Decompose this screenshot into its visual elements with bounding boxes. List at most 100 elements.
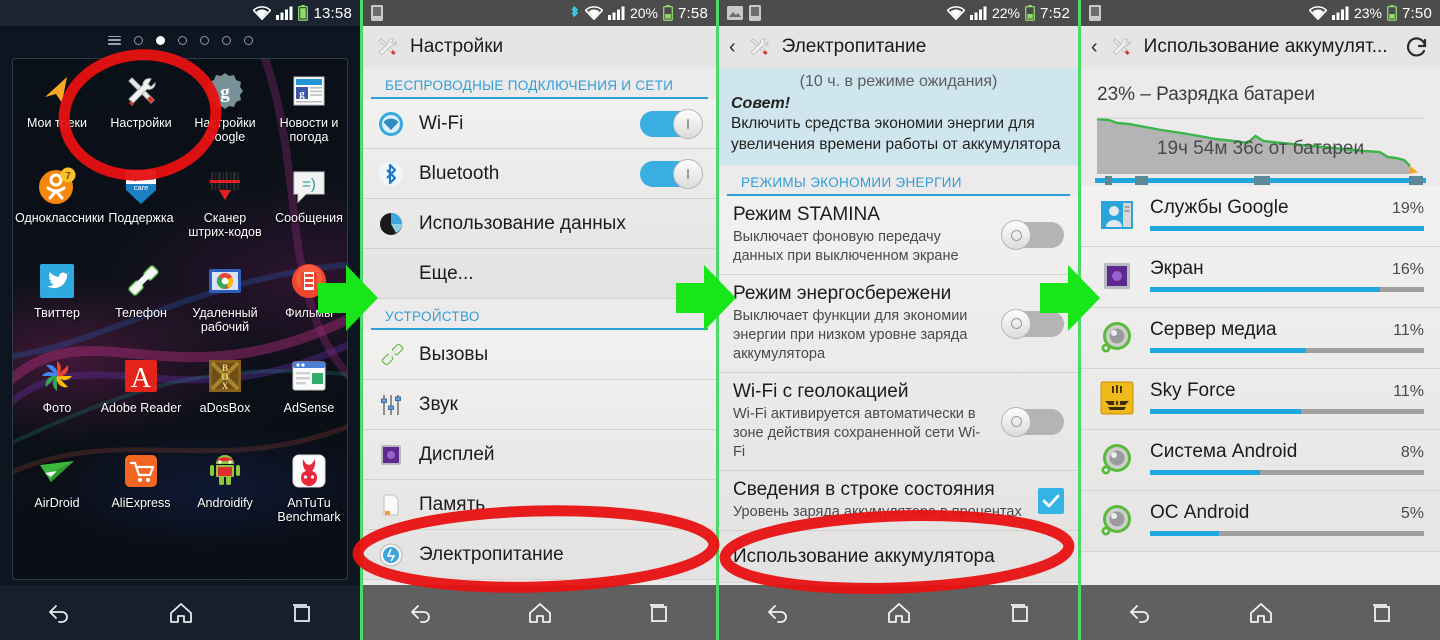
app-item-androidify[interactable]: Androidify xyxy=(183,449,267,544)
back-icon[interactable] xyxy=(409,602,435,624)
stamina-toggle[interactable] xyxy=(1001,220,1064,250)
app-item-google-settings[interactable]: g Настройки Google xyxy=(183,69,267,164)
apps-menu-icon[interactable] xyxy=(107,35,121,45)
wifi-location-toggle[interactable] xyxy=(1001,406,1064,437)
phone-panel-power: 22% 7:52 ‹ Электропитание (10 ч. в режим… xyxy=(716,0,1078,640)
battery-item-screen[interactable]: Экран 16% xyxy=(1081,247,1440,308)
recents-icon[interactable] xyxy=(289,602,313,624)
app-item-twitter[interactable]: Твиттер xyxy=(15,259,99,354)
aliexpress-icon xyxy=(119,449,163,493)
battery-item-google-services[interactable]: Службы Google 19% xyxy=(1081,186,1440,247)
battery-item-pct: 11% xyxy=(1393,383,1424,400)
back-chevron-icon[interactable]: ‹ xyxy=(729,37,736,57)
settings-row-storage[interactable]: Память xyxy=(363,480,716,530)
app-item-barcode-scanner[interactable]: Сканер штрих-кодов xyxy=(183,164,267,259)
battery-item-media-server[interactable]: Сервер медиа 11% xyxy=(1081,308,1440,369)
sound-icon xyxy=(377,392,405,418)
section-header-wireless: БЕСПРОВОДНЫЕ ПОДКЛЮЧЕНИЯ И СЕТИ xyxy=(371,68,708,99)
remote-desktop-icon xyxy=(203,259,247,303)
page-title: Настройки xyxy=(410,36,504,57)
page-indicator[interactable] xyxy=(0,26,360,54)
app-label: Adobe Reader xyxy=(100,401,182,415)
app-item-settings[interactable]: Настройки xyxy=(99,69,183,164)
section-header-device: УСТРОЙСТВО xyxy=(371,299,708,330)
settings-tools-icon xyxy=(1107,34,1135,60)
settings-row-bluetooth[interactable]: Bluetooth xyxy=(363,149,716,199)
recents-icon[interactable] xyxy=(1007,602,1031,624)
status-bar: 22% 7:52 xyxy=(719,0,1078,26)
app-item-xperia-care[interactable]: Xperia care Поддержка xyxy=(99,164,183,259)
app-item-remote-desktop[interactable]: Удаленный рабочий xyxy=(183,259,267,354)
app-label: AdSense xyxy=(283,401,335,415)
app-label: Одноклассники xyxy=(15,211,105,225)
power-row-stamina[interactable]: Режим STAMINA Выключает фоновую передачу… xyxy=(719,196,1078,275)
sim-icon xyxy=(1089,5,1101,21)
refresh-icon[interactable] xyxy=(1404,34,1430,60)
battery-summary: 23% – Разрядка батареи xyxy=(1097,84,1315,105)
back-chevron-icon[interactable]: ‹ xyxy=(1091,37,1098,57)
app-item-movies[interactable]: Фильмы xyxy=(267,259,347,354)
settings-row-label: Память xyxy=(419,493,486,515)
settings-row-power[interactable]: Электропитание xyxy=(363,530,716,580)
page-dot[interactable] xyxy=(199,35,209,45)
settings-row-wifi[interactable]: Wi-Fi xyxy=(363,99,716,149)
app-item-aliexpress[interactable]: AliExpress xyxy=(99,449,183,544)
page-title: Использование аккумулят... xyxy=(1143,36,1388,57)
xperia-care-icon: Xperia care xyxy=(119,164,163,208)
page-dot[interactable] xyxy=(133,35,143,45)
messaging-icon: =) xyxy=(287,164,331,208)
app-item-phone[interactable]: Телефон xyxy=(99,259,183,354)
app-item-photos[interactable]: Фото xyxy=(15,354,99,449)
page-dot[interactable] xyxy=(177,35,187,45)
home-icon[interactable] xyxy=(527,601,553,625)
home-icon[interactable] xyxy=(886,601,912,625)
power-row-battery-usage[interactable]: Использование аккумулятора xyxy=(719,531,1078,583)
app-item-antutu[interactable]: AnTuTu Benchmark xyxy=(267,449,347,544)
app-label: Телефон xyxy=(115,306,167,320)
bluetooth-toggle[interactable] xyxy=(640,158,703,189)
app-item-adobe-reader[interactable]: A Adobe Reader xyxy=(99,354,183,449)
app-item-news-weather[interactable]: g Новости и погода xyxy=(267,69,347,164)
settings-row-data-usage[interactable]: Использование данных xyxy=(363,199,716,249)
app-item-odnoklassniki[interactable]: 7 Одноклассники xyxy=(15,164,105,259)
app-item-adsense[interactable]: AdSense xyxy=(267,354,347,449)
page-dot-active[interactable] xyxy=(155,35,165,45)
battery-item-sky-force[interactable]: Sky Force 11% xyxy=(1081,369,1440,430)
recents-icon[interactable] xyxy=(1369,602,1393,624)
wifi-icon xyxy=(253,6,272,20)
battery-usage-list: Службы Google 19% Экран 16% Сервер медиа… xyxy=(1081,186,1440,552)
app-item-messaging[interactable]: =) Сообщения xyxy=(267,164,347,259)
settings-row-display[interactable]: Дисплей xyxy=(363,430,716,480)
back-icon[interactable] xyxy=(766,602,792,624)
svg-text:X: X xyxy=(222,381,229,391)
page-dot[interactable] xyxy=(221,35,231,45)
power-row-title: Режим STAMINA xyxy=(733,204,880,225)
app-item-airdroid[interactable]: AirDroid xyxy=(15,449,99,544)
power-row-subtitle: Выключает фоновую передачу данных при вы… xyxy=(733,229,959,264)
status-time: 13:58 xyxy=(313,4,352,22)
home-icon[interactable] xyxy=(1248,601,1274,625)
odnoklassniki-icon: 7 xyxy=(35,164,79,208)
back-icon[interactable] xyxy=(47,602,73,624)
recents-icon[interactable] xyxy=(646,602,670,624)
app-item-adosbox[interactable]: B O X aDosBox xyxy=(183,354,267,449)
battery-history-graph[interactable]: 19ч 54м 36с от батареи xyxy=(1095,114,1426,186)
power-row-status-bar-info[interactable]: Сведения в строке состояния Уровень заря… xyxy=(719,471,1078,531)
low-battery-mode-toggle[interactable] xyxy=(1001,308,1064,339)
battery-item-android-system[interactable]: Система Android 8% xyxy=(1081,430,1440,491)
back-icon[interactable] xyxy=(1128,602,1154,624)
settings-row-calls[interactable]: Вызовы xyxy=(363,330,716,380)
settings-list-wireless: Wi-Fi Bluetooth Использование данных Еще… xyxy=(363,99,716,299)
wifi-icon xyxy=(584,6,603,20)
home-icon[interactable] xyxy=(168,601,194,625)
page-dot[interactable] xyxy=(243,35,253,45)
wifi-toggle[interactable] xyxy=(640,108,703,139)
settings-row-sound[interactable]: Звук xyxy=(363,380,716,430)
battery-item-android-os[interactable]: ОС Android 5% xyxy=(1081,491,1440,552)
power-row-wifi-location[interactable]: Wi-Fi с геолокацией Wi-Fi активируется а… xyxy=(719,373,1078,471)
bluetooth-circle-icon xyxy=(377,161,405,187)
power-row-low-battery[interactable]: Режим энергосбережени Выключает функции … xyxy=(719,275,1078,373)
settings-row-more[interactable]: Еще... xyxy=(363,249,716,299)
app-item-mytracks[interactable]: Мои треки xyxy=(15,69,99,164)
status-bar-info-checkbox[interactable] xyxy=(1038,487,1064,514)
